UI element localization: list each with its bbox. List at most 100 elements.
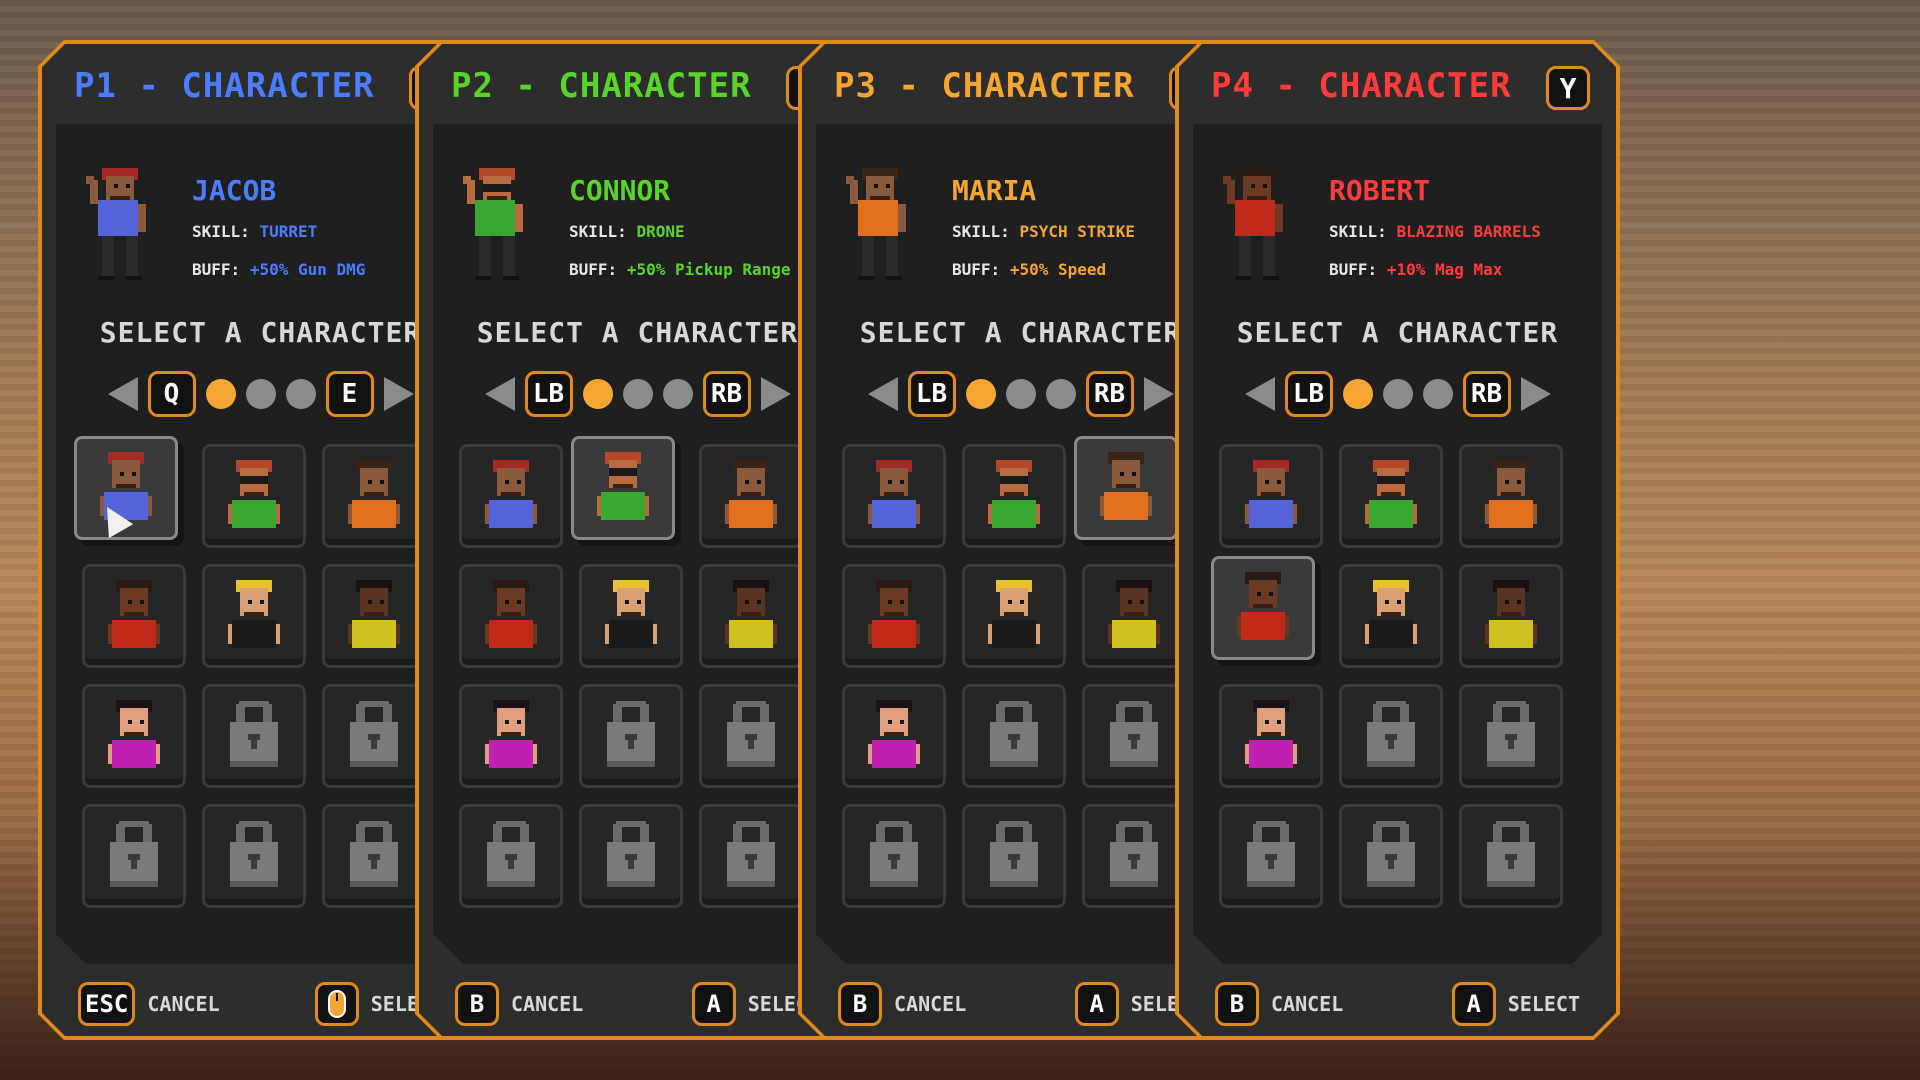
select-button[interactable]: A SELECT [1452,982,1580,1026]
prev-page-key[interactable]: LB [1285,371,1333,417]
locked-character-slot[interactable] [322,804,426,908]
prev-page-key[interactable]: Q [148,371,196,417]
character-slot-jacob[interactable] [842,444,946,548]
buff-value: +50% Speed [1009,260,1107,279]
lock-icon [604,698,658,774]
locked-character-slot[interactable] [202,804,306,908]
character-slot-pink[interactable] [842,684,946,788]
locked-character-slot[interactable] [1219,804,1323,908]
page-dot[interactable] [583,379,613,409]
locked-character-slot[interactable] [1459,804,1563,908]
character-slot-maria[interactable] [699,444,803,548]
character-slot-robert[interactable] [842,564,946,668]
panel-body: P2 - CHARACTER Y CONNOR SKILL: DRONE BUF… [419,44,856,1036]
page-dot[interactable] [206,379,236,409]
select-key: A [692,982,736,1026]
character-slot-pink[interactable] [1219,684,1323,788]
locked-character-slot[interactable] [699,684,803,788]
page-dot[interactable] [663,379,693,409]
locked-character-slot[interactable] [322,684,426,788]
character-slot-connor[interactable] [202,444,306,548]
page-dot[interactable] [1343,379,1373,409]
character-slot-blond[interactable] [962,564,1066,668]
character-slot-pink[interactable] [459,684,563,788]
lock-icon [1107,818,1161,894]
arrow-left-icon[interactable] [868,377,898,411]
character-name: ROBERT [1329,174,1431,207]
player-panel-2: P2 - CHARACTER Y CONNOR SKILL: DRONE BUF… [415,40,860,1040]
next-page-key[interactable]: E [326,371,374,417]
panel-title: P2 - CHARACTER [451,66,752,106]
panel-body: P4 - CHARACTER Y ROBERT SKILL: BLAZING B… [1179,44,1616,1036]
buff-line: BUFF: +10% Mag Max [1329,260,1502,279]
character-slot-yellow[interactable] [1459,564,1563,668]
next-page-key[interactable]: RB [1463,371,1511,417]
character-slot-connor[interactable] [962,444,1066,548]
cancel-button[interactable]: B CANCEL [455,982,583,1026]
arrow-right-icon[interactable] [384,377,414,411]
next-page-key[interactable]: RB [703,371,751,417]
character-slot-connor[interactable] [571,436,675,540]
arrow-left-icon[interactable] [1245,377,1275,411]
character-slot-pink[interactable] [82,684,186,788]
arrow-left-icon[interactable] [485,377,515,411]
locked-character-slot[interactable] [1459,684,1563,788]
locked-character-slot[interactable] [1339,684,1443,788]
character-slot-maria[interactable] [322,444,426,548]
page-dot[interactable] [1383,379,1413,409]
page-dot[interactable] [966,379,996,409]
cancel-label: CANCEL [1271,992,1344,1016]
character-slot-blond[interactable] [579,564,683,668]
page-dot[interactable] [246,379,276,409]
cancel-button[interactable]: B CANCEL [838,982,966,1026]
yellow-portrait-icon [721,576,781,656]
mouse-icon [315,982,359,1026]
arrow-right-icon[interactable] [761,377,791,411]
locked-character-slot[interactable] [842,804,946,908]
page-dot[interactable] [1423,379,1453,409]
locked-character-slot[interactable] [82,804,186,908]
character-slot-yellow[interactable] [322,564,426,668]
character-slot-yellow[interactable] [699,564,803,668]
character-slot-robert[interactable] [82,564,186,668]
locked-character-slot[interactable] [1339,804,1443,908]
locked-character-slot[interactable] [1082,684,1186,788]
locked-character-slot[interactable] [579,804,683,908]
skill-value: TURRET [259,222,318,241]
cancel-button[interactable]: B CANCEL [1215,982,1343,1026]
locked-character-slot[interactable] [202,684,306,788]
arrow-left-icon[interactable] [108,377,138,411]
character-slot-jacob[interactable] [459,444,563,548]
robert-portrait-icon [864,576,924,656]
prev-page-key[interactable]: LB [908,371,956,417]
locked-character-slot[interactable] [962,684,1066,788]
blond-portrait-icon [601,576,661,656]
page-dot[interactable] [1046,379,1076,409]
arrow-right-icon[interactable] [1521,377,1551,411]
character-slot-blond[interactable] [1339,564,1443,668]
character-slot-blond[interactable] [202,564,306,668]
cancel-button[interactable]: ESC CANCEL [78,982,220,1026]
character-grid [82,444,442,908]
select-heading: SELECT A CHARACTER [859,316,1182,349]
character-slot-robert[interactable] [459,564,563,668]
character-slot-yellow[interactable] [1082,564,1186,668]
page-dot[interactable] [1006,379,1036,409]
arrow-right-icon[interactable] [1144,377,1174,411]
locked-character-slot[interactable] [579,684,683,788]
jacob-portrait-icon [1241,456,1301,536]
character-slot-jacob[interactable] [1219,444,1323,548]
page-dot[interactable] [623,379,653,409]
locked-character-slot[interactable] [459,804,563,908]
locked-character-slot[interactable] [962,804,1066,908]
prev-page-key[interactable]: LB [525,371,573,417]
character-slot-connor[interactable] [1339,444,1443,548]
character-slot-robert[interactable] [1211,556,1315,660]
locked-character-slot[interactable] [1082,804,1186,908]
character-slot-maria[interactable] [1459,444,1563,548]
character-slot-maria[interactable] [1074,436,1178,540]
next-page-key[interactable]: RB [1086,371,1134,417]
cancel-key: B [455,982,499,1026]
page-dot[interactable] [286,379,316,409]
locked-character-slot[interactable] [699,804,803,908]
